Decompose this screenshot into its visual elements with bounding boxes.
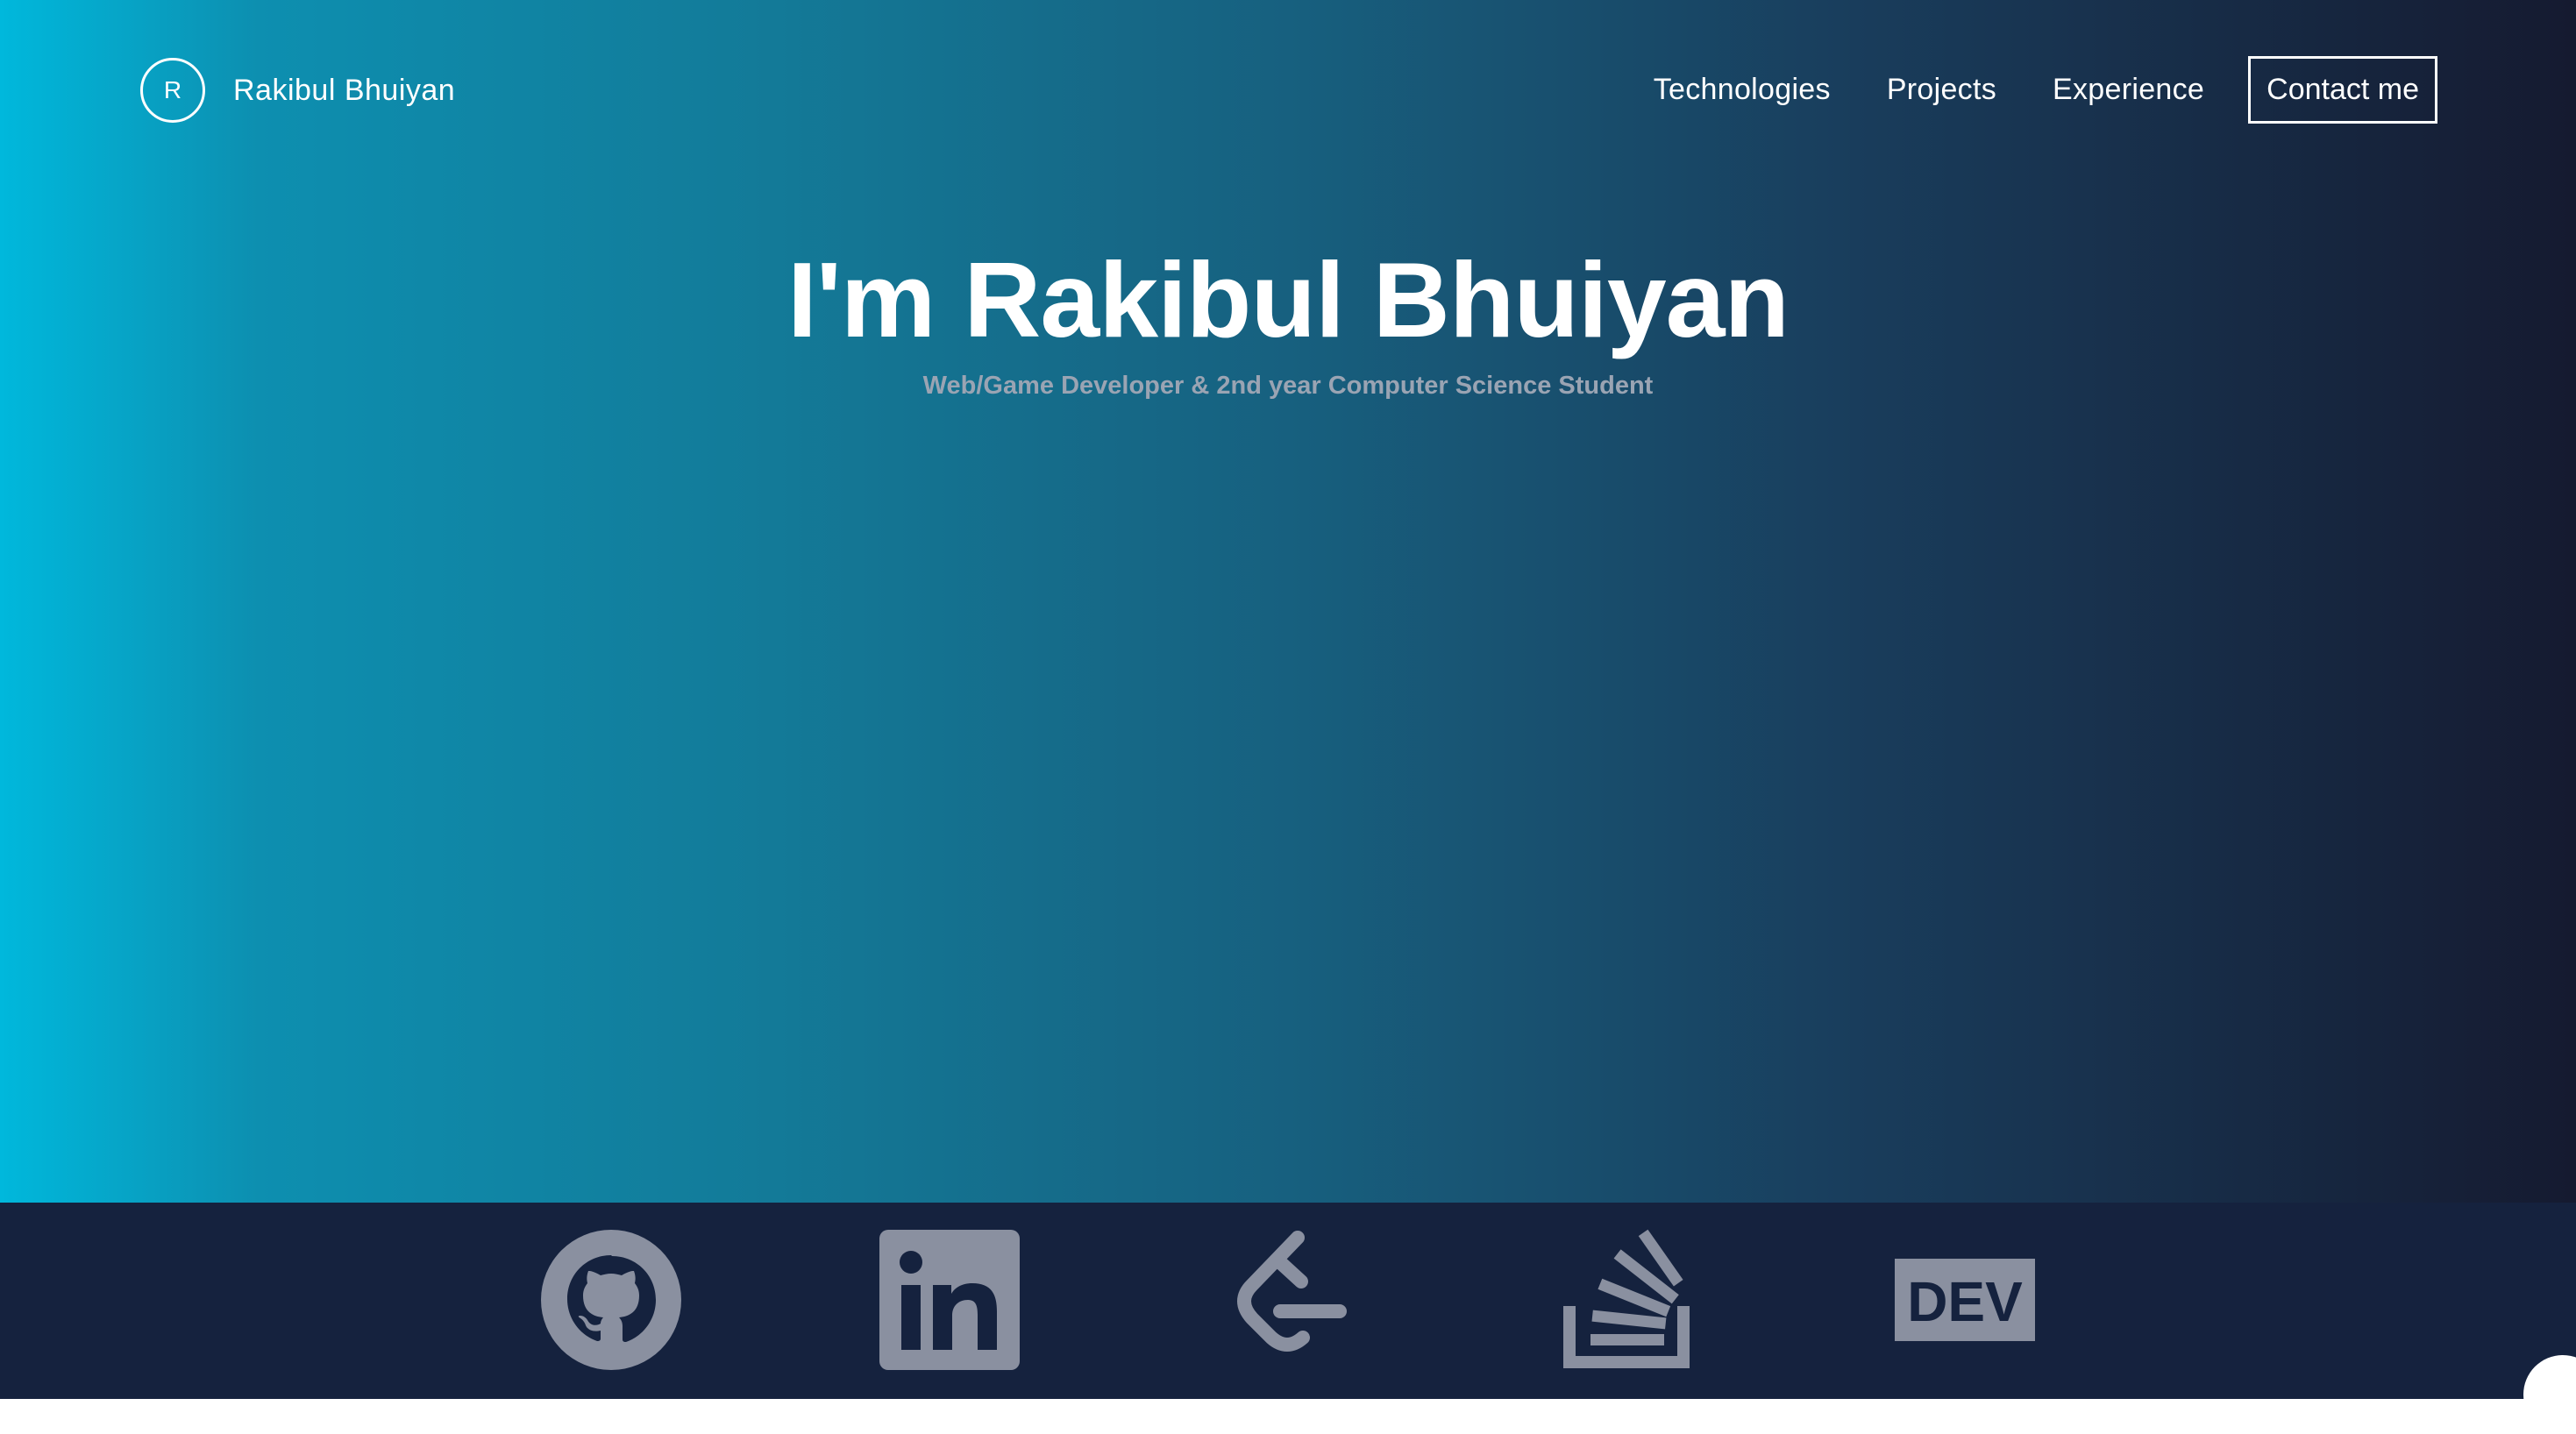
stackoverflow-icon xyxy=(1563,1229,1690,1368)
logo-name: Rakibul Bhuiyan xyxy=(233,73,456,107)
hero-title: I'm Rakibul Bhuiyan xyxy=(786,240,1790,359)
nav-projects[interactable]: Projects xyxy=(1887,73,1996,107)
linkedin-link[interactable] xyxy=(879,1229,1021,1371)
hero-subtitle: Web/Game Developer & 2nd year Computer S… xyxy=(922,372,1654,400)
contact-me-button[interactable]: Contact me xyxy=(2248,56,2437,124)
hero-section: R Rakibul Bhuiyan Technologies Projects … xyxy=(0,0,2576,1203)
stackoverflow-link[interactable] xyxy=(1555,1229,1697,1371)
main-nav: Technologies Projects Experience Contact… xyxy=(1654,56,2437,124)
nav-technologies[interactable]: Technologies xyxy=(1654,73,1831,107)
github-link[interactable] xyxy=(540,1229,682,1371)
nav-experience[interactable]: Experience xyxy=(2053,73,2204,107)
dev-icon-label: DEV xyxy=(1907,1270,2023,1333)
linkedin-icon xyxy=(879,1230,1020,1370)
site-logo[interactable]: R Rakibul Bhuiyan xyxy=(140,58,455,123)
dev-link[interactable]: DEV xyxy=(1894,1229,2036,1371)
leetcode-link[interactable] xyxy=(1217,1229,1359,1371)
github-icon xyxy=(541,1230,681,1370)
dev-icon: DEV xyxy=(1895,1259,2035,1341)
social-footer: DEV xyxy=(0,1203,2576,1434)
logo-circle: R xyxy=(140,58,205,123)
leetcode-icon xyxy=(1237,1231,1347,1352)
social-links: DEV xyxy=(0,1229,2576,1371)
